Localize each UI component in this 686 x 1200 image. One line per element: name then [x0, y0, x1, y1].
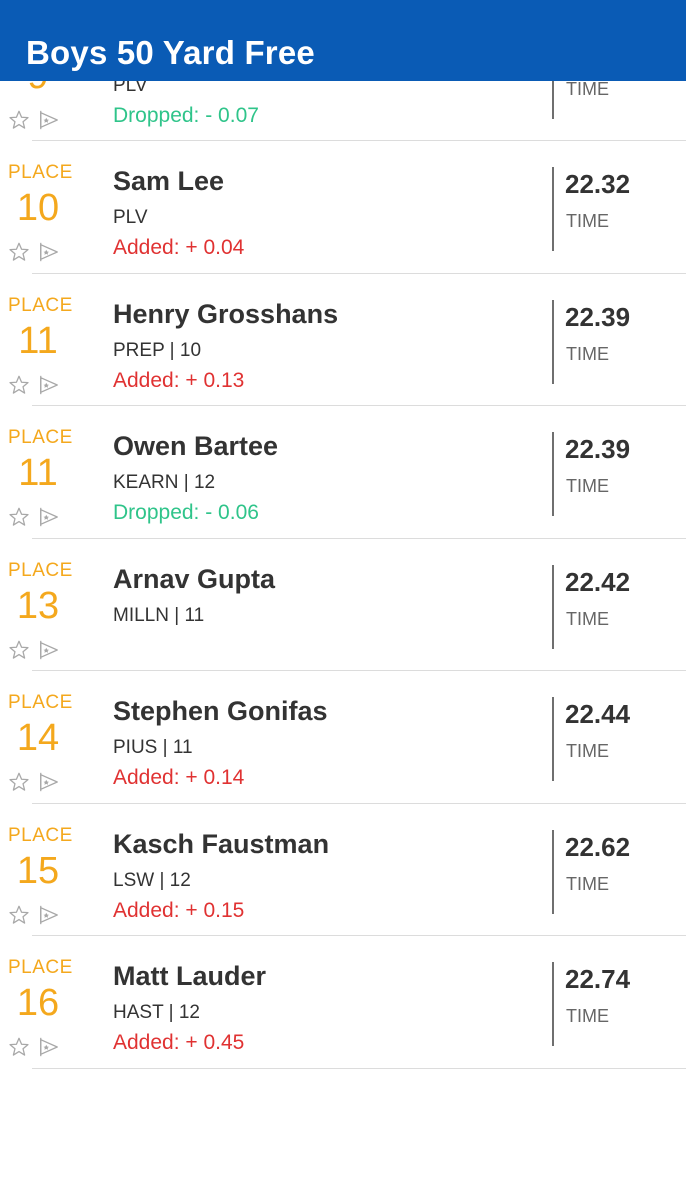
- place-number: 15: [16, 849, 60, 892]
- star-icon[interactable]: [8, 639, 30, 661]
- swim-time: 22.39: [565, 434, 631, 464]
- swimmer-name: Owen Bartee: [113, 431, 279, 461]
- place-label: PLACE: [8, 427, 73, 448]
- team-info: PLV: [113, 207, 148, 228]
- time-label: TIME: [566, 78, 609, 99]
- app-header: Boys 50 Yard Free: [0, 0, 686, 81]
- result-row[interactable]: PLACE 15 Kasch Faustman LSW | 12 Added: + 0.…: [0, 804, 686, 936]
- result-row[interactable]: PLACE 16 Matt Lauder HAST | 12 Added: + 0.45…: [0, 936, 686, 1069]
- place-number: 11: [18, 319, 58, 362]
- place-label: PLACE: [8, 162, 73, 183]
- column-divider: [552, 697, 554, 781]
- result-row[interactable]: PLACE 11 Owen Bartee KEARN | 12 Dropped: - 0…: [0, 406, 686, 539]
- swim-time: 22.42: [565, 566, 631, 597]
- swimmer-name: Stephen Gonifas: [113, 696, 328, 726]
- time-change: Added: + 0.04: [113, 236, 245, 259]
- star-icon[interactable]: [8, 506, 30, 528]
- flag-icon[interactable]: [38, 506, 60, 528]
- team-info: HAST | 12: [113, 1002, 200, 1023]
- column-divider: [552, 829, 554, 914]
- team-info: MILLN | 11: [113, 604, 205, 626]
- column-divider: [552, 962, 554, 1046]
- result-row[interactable]: PLACE 11 Henry Grosshans PREP | 10 Added: + …: [0, 274, 686, 406]
- place-label: PLACE: [8, 957, 73, 978]
- result-row[interactable]: PLACE 13 Arnav Gupta MILLN | 11 22.42 TIME: [0, 539, 686, 671]
- time-label: TIME: [566, 1006, 609, 1026]
- place-label: PLACE: [8, 559, 73, 581]
- column-divider: [552, 432, 554, 516]
- flag-icon[interactable]: [38, 241, 60, 263]
- swim-time: 22.32: [565, 169, 631, 199]
- time-label: TIME: [566, 873, 609, 894]
- star-icon[interactable]: [8, 374, 30, 396]
- star-icon[interactable]: [8, 1036, 30, 1058]
- swimmer-name: Arnav Gupta: [113, 563, 276, 594]
- place-label: PLACE: [8, 294, 73, 316]
- team-info: PREP | 10: [113, 339, 202, 361]
- time-label: TIME: [566, 741, 609, 761]
- flag-icon[interactable]: [38, 1036, 60, 1058]
- swim-time: 22.74: [565, 964, 631, 994]
- star-icon[interactable]: [8, 109, 30, 131]
- time-change: Added: + 0.14: [113, 766, 245, 789]
- time-change: Added: + 0.13: [113, 368, 245, 392]
- swim-time: 22.44: [565, 699, 631, 729]
- star-icon[interactable]: [8, 771, 30, 793]
- flag-icon[interactable]: [38, 639, 60, 661]
- time-label: TIME: [566, 476, 609, 496]
- place-number: 11: [18, 452, 58, 494]
- time-label: TIME: [566, 608, 609, 629]
- team-info: KEARN | 12: [113, 472, 216, 493]
- flag-icon[interactable]: [38, 109, 60, 131]
- time-change: Dropped: - 0.07: [113, 103, 259, 127]
- swimmer-name: Henry Grosshans: [113, 298, 339, 329]
- place-label: PLACE: [8, 824, 73, 846]
- time-label: TIME: [566, 343, 609, 364]
- row-divider: [32, 1067, 686, 1069]
- column-divider: [552, 167, 554, 251]
- swim-time: 22.62: [565, 831, 631, 862]
- swim-time: 22.39: [565, 301, 631, 332]
- flag-icon[interactable]: [38, 374, 60, 396]
- results-list: PLACE8SCMM | 12Added: + 0.17TIMEPLACE9Lo…: [0, 7, 686, 1069]
- flag-icon[interactable]: [38, 771, 60, 793]
- swimmer-name: Matt Lauder: [113, 961, 267, 991]
- team-info: PIUS | 11: [113, 737, 193, 758]
- place-number: 14: [16, 717, 60, 759]
- star-icon[interactable]: [8, 904, 30, 926]
- star-icon[interactable]: [8, 241, 30, 263]
- swimmer-name: Kasch Faustman: [113, 828, 330, 859]
- time-change: Dropped: - 0.06: [113, 501, 259, 524]
- time-change: Added: + 0.45: [113, 1031, 245, 1054]
- flag-icon[interactable]: [38, 904, 60, 926]
- team-info: LSW | 12: [113, 869, 191, 891]
- time-change: Added: + 0.15: [113, 898, 245, 922]
- result-row[interactable]: PLACE 14 Stephen Gonifas PIUS | 11 Added: + …: [0, 671, 686, 804]
- place-number: 16: [16, 982, 60, 1024]
- result-row[interactable]: PLACE 10 Sam Lee PLV Added: + 0.04 22.32 TIME: [0, 141, 686, 274]
- column-divider: [552, 299, 554, 384]
- time-label: TIME: [566, 211, 609, 231]
- page-title: Boys 50 Yard Free: [26, 34, 315, 71]
- column-divider: [552, 564, 554, 649]
- place-number: 10: [16, 187, 60, 229]
- place-label: PLACE: [8, 692, 73, 713]
- swimmer-name: Sam Lee: [113, 166, 225, 196]
- place-number: 13: [16, 584, 60, 627]
